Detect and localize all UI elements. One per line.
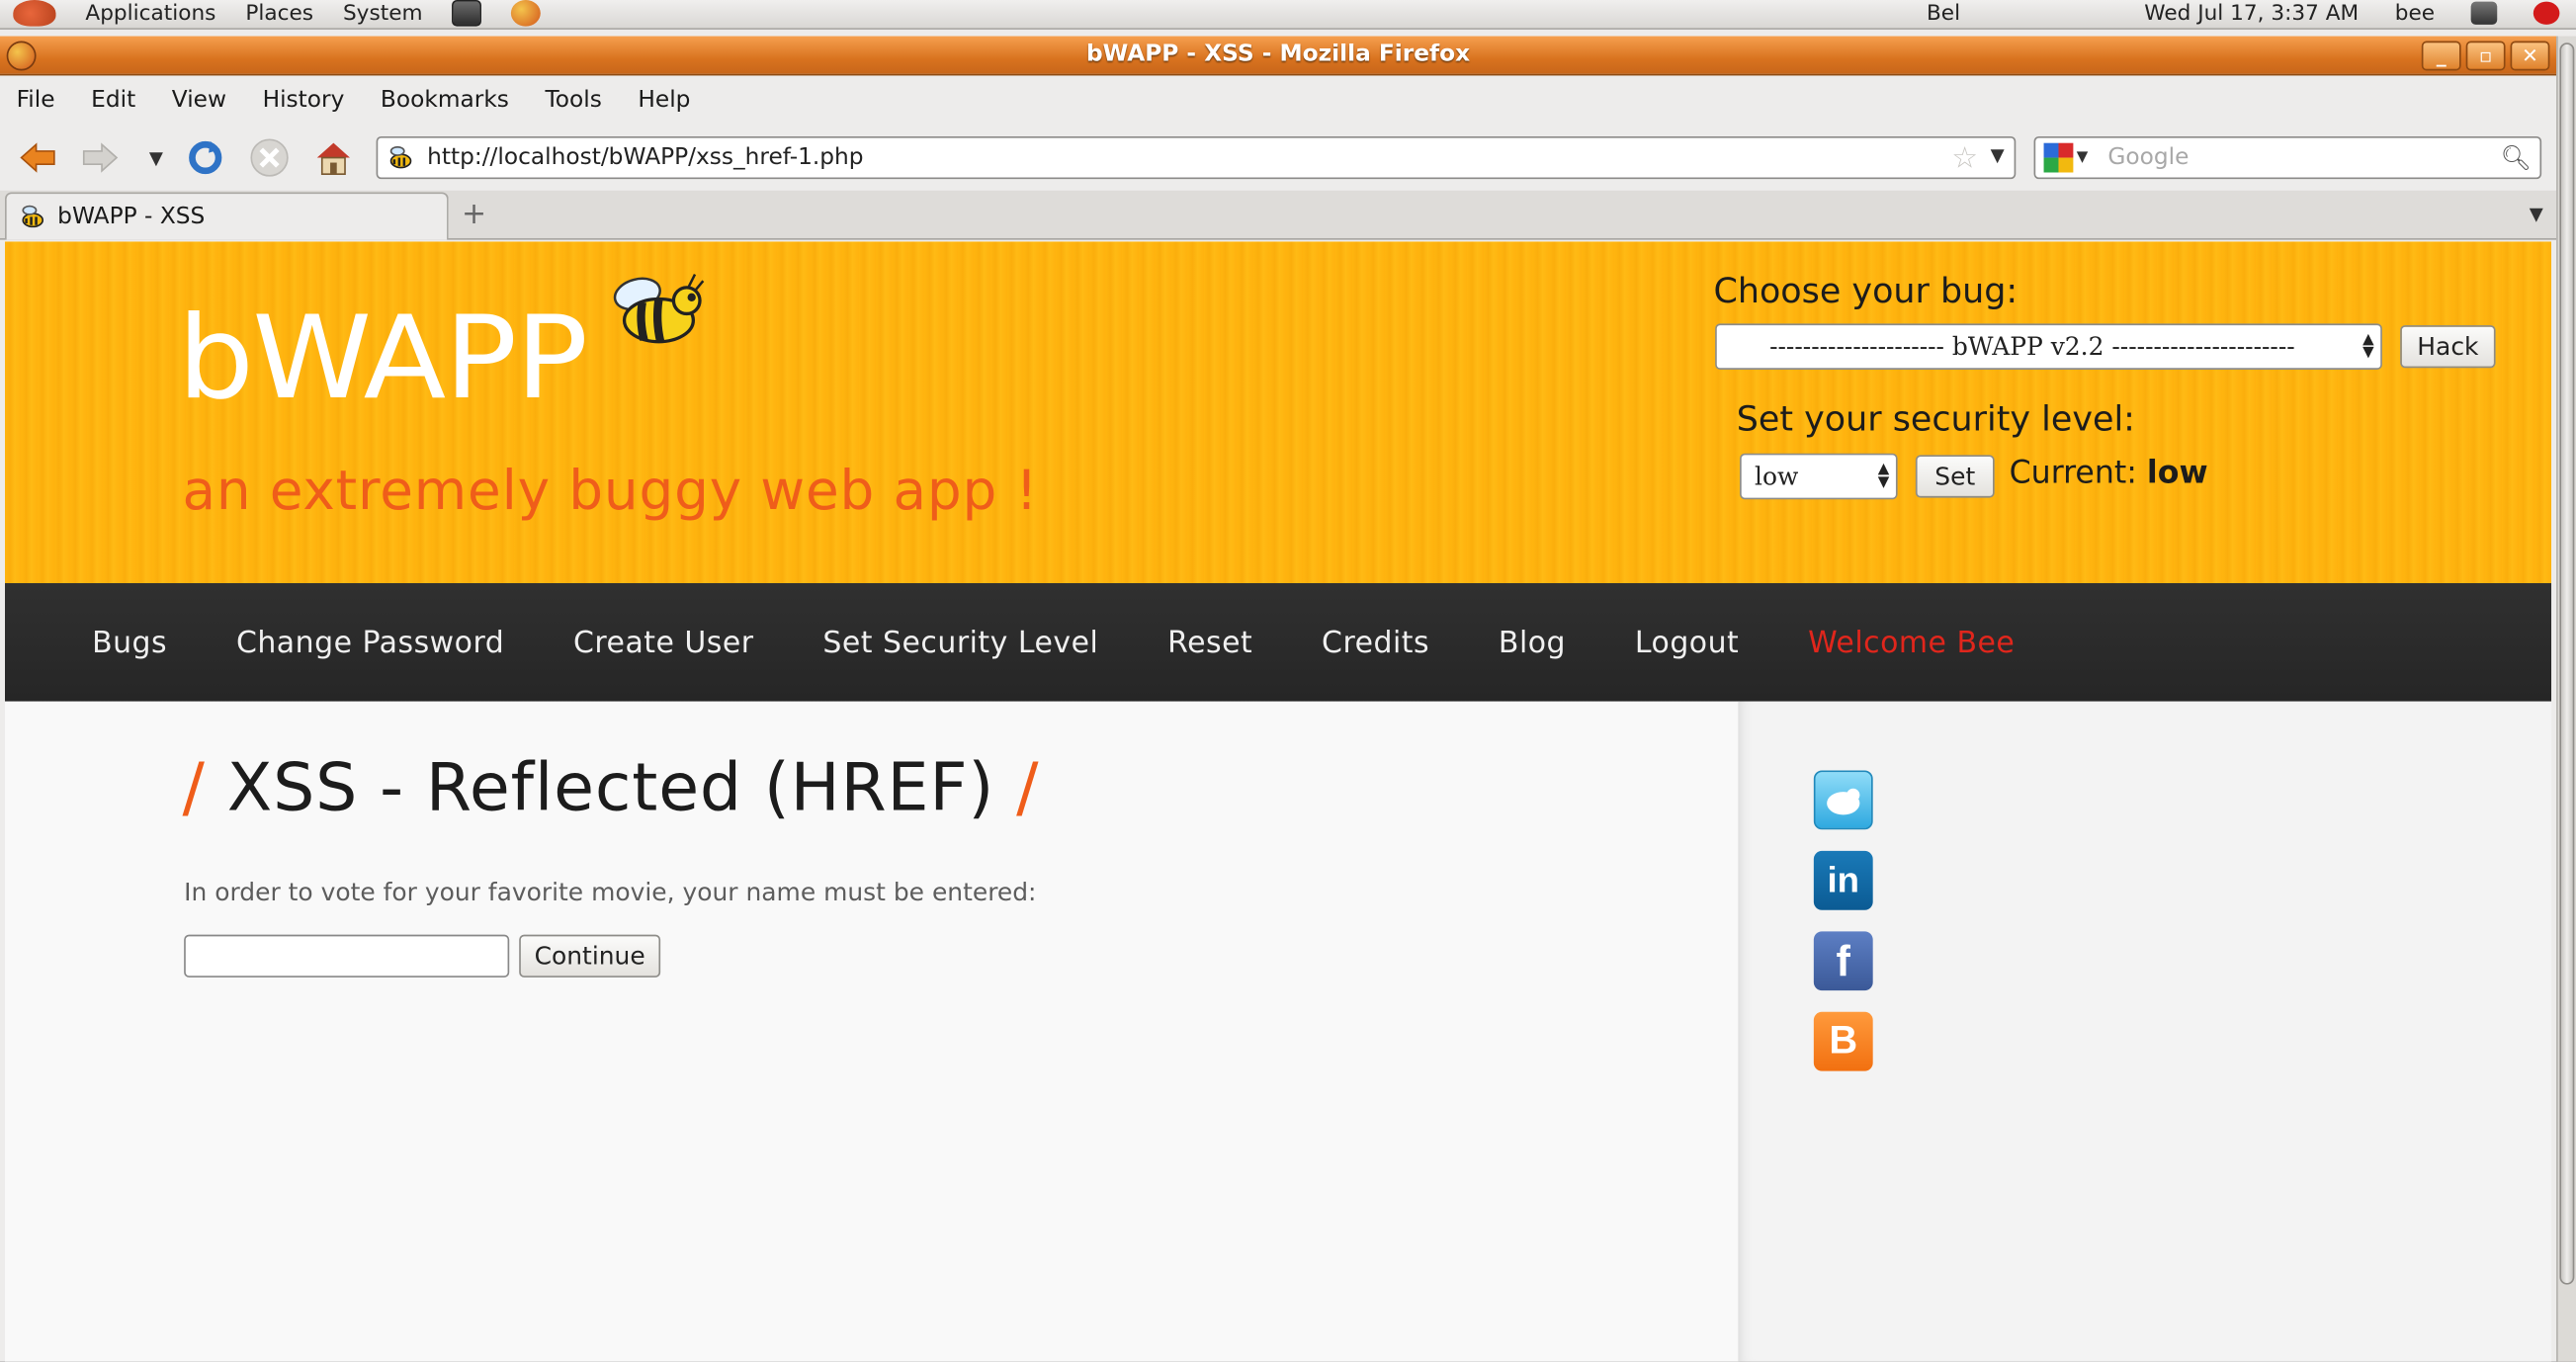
current-security-prefix: Current: [2009,455,2147,491]
page-title-text: XSS - Reflected (HREF) [226,750,995,826]
bwapp-header: bWAPP an extremely buggy web app ! Choos… [4,241,2552,584]
search-engine-dropdown-icon: ▼ [2076,149,2089,166]
nav-link-change-password[interactable]: Change Password [236,625,504,659]
search-bar[interactable]: ▼ 🔍︎ [2033,135,2542,180]
twitter-icon[interactable] [1813,770,1873,830]
security-level-label: Set your security level: [1736,398,2135,439]
search-engine-selector[interactable]: ▼ [2039,141,2099,174]
menu-bar: File Edit View History Bookmarks Tools H… [0,77,2557,122]
home-button[interactable] [312,136,355,179]
panel-menu-system[interactable]: System [343,1,423,26]
welcome-user-label: Welcome Bee [1808,625,2016,660]
select-spinner-icon: ▲ ▼ [2362,331,2374,362]
name-input[interactable] [184,934,510,978]
linkedin-icon[interactable]: in [1813,850,1873,910]
back-button[interactable] [17,136,59,179]
scrollbar-thumb[interactable] [2559,43,2575,1285]
menu-history[interactable]: History [263,86,365,113]
bwapp-tab-favicon-icon [22,204,44,227]
menu-view[interactable]: View [172,86,246,113]
security-level-select[interactable]: low ▲ ▼ [1740,453,1898,500]
set-security-button[interactable]: Set [1915,455,1995,498]
nav-link-credits[interactable]: Credits [1322,625,1429,659]
tab-bwapp-xss[interactable]: bWAPP - XSS [4,192,449,240]
minimize-button[interactable]: _ [2421,41,2461,71]
bug-select[interactable]: --------------------- bWAPP v2.2 -------… [1715,323,2382,370]
title-slash-left: / [182,750,227,826]
menu-edit[interactable]: Edit [91,86,155,113]
security-level-value: low [1755,462,1799,491]
panel-clock[interactable]: Wed Jul 17, 3:37 AM [2144,1,2359,26]
reload-icon [189,140,222,175]
panel-user[interactable]: bee [2395,1,2435,26]
back-arrow-icon [20,142,55,173]
page-title: / XSS - Reflected (HREF) / [182,751,1039,826]
nav-link-reset[interactable]: Reset [1167,625,1252,659]
terminal-launcher-icon[interactable] [452,0,482,27]
keyboard-layout-indicator[interactable]: Bel [1927,1,1960,26]
new-tab-button[interactable]: + [462,200,491,230]
url-input[interactable] [427,140,1939,175]
blogger-icon[interactable]: B [1813,1011,1873,1071]
panel-menu-places[interactable]: Places [245,1,313,26]
search-input[interactable] [2107,140,2486,175]
home-icon [316,142,351,176]
gnome-foot-icon[interactable] [13,0,56,27]
menu-file[interactable]: File [17,86,75,113]
bee-icon [613,273,705,344]
facebook-icon[interactable]: f [1813,931,1873,991]
window-title: bWAPP - XSS - Mozilla Firefox [1085,41,1471,68]
history-dropdown-button[interactable]: ▼ [134,136,177,179]
choose-bug-label: Choose your bug: [1713,271,2018,311]
menu-bookmarks[interactable]: Bookmarks [381,86,529,113]
url-history-dropdown-icon[interactable]: ▼ [1991,144,2005,166]
stop-icon [250,138,289,177]
screen: Applications Places System Bel Wed Jul 1… [0,0,2576,1362]
social-sidebar: in f B [1738,701,2552,1362]
bookmark-star-icon[interactable]: ☆ [1951,141,1978,176]
firefox-launcher-icon[interactable] [511,0,542,27]
menu-tools[interactable]: Tools [545,86,621,113]
panel-menu-applications[interactable]: Applications [85,1,215,26]
close-button[interactable]: ✕ [2510,41,2550,71]
web-page: bWAPP an extremely buggy web app ! Choos… [4,241,2552,1362]
nav-link-blog[interactable]: Blog [1499,625,1566,659]
forward-arrow-icon [82,142,119,173]
window-titlebar[interactable]: bWAPP - XSS - Mozilla Firefox _ ▫ ✕ [0,36,2557,76]
bwapp-favicon-icon [389,145,412,169]
current-security-label: Current: low [2010,455,2208,491]
nav-link-logout[interactable]: Logout [1635,625,1739,659]
google-icon [2043,142,2074,173]
hack-button[interactable]: Hack [2400,325,2496,369]
tab-label: bWAPP - XSS [57,204,206,230]
main-navigation: Bugs Change Password Create User Set Sec… [4,583,2552,702]
gnome-top-panel: Applications Places System Bel Wed Jul 1… [0,0,2576,30]
nav-link-set-security-level[interactable]: Set Security Level [822,625,1098,659]
stop-button[interactable] [248,136,291,179]
tab-bar: bWAPP - XSS + ▼ [0,190,2557,240]
navigation-toolbar: ▼ ☆ ▼ ▼ 🔍︎ [0,125,2557,191]
select-spinner-icon: ▲ ▼ [1877,462,1890,491]
title-slash-right: / [994,750,1040,826]
menu-help[interactable]: Help [638,86,710,113]
current-security-value: low [2146,455,2208,491]
main-content: / XSS - Reflected (HREF) / In order to v… [4,701,1739,1362]
bwapp-logo[interactable]: bWAPP [177,291,588,425]
network-icon[interactable] [2470,1,2498,25]
nav-link-create-user[interactable]: Create User [573,625,754,659]
bwapp-tagline: an extremely buggy web app ! [182,458,1039,523]
continue-button[interactable]: Continue [519,934,661,978]
vertical-scrollbar[interactable] [2556,36,2576,1362]
forward-button[interactable] [79,136,122,179]
vote-instructions: In order to vote for your favorite movie… [184,877,1037,907]
maximize-button[interactable]: ▫ [2465,41,2506,71]
url-bar[interactable]: ☆ ▼ [376,135,2017,180]
nav-link-bugs[interactable]: Bugs [92,625,167,659]
search-magnifier-icon[interactable]: 🔍︎ [2500,143,2532,173]
bug-select-value: --------------------- bWAPP v2.2 -------… [1769,331,2295,362]
list-all-tabs-button[interactable]: ▼ [2530,204,2543,225]
reload-button[interactable] [184,136,226,179]
update-notifier-icon[interactable] [2533,1,2560,25]
twitter-bird-icon [1827,788,1860,815]
